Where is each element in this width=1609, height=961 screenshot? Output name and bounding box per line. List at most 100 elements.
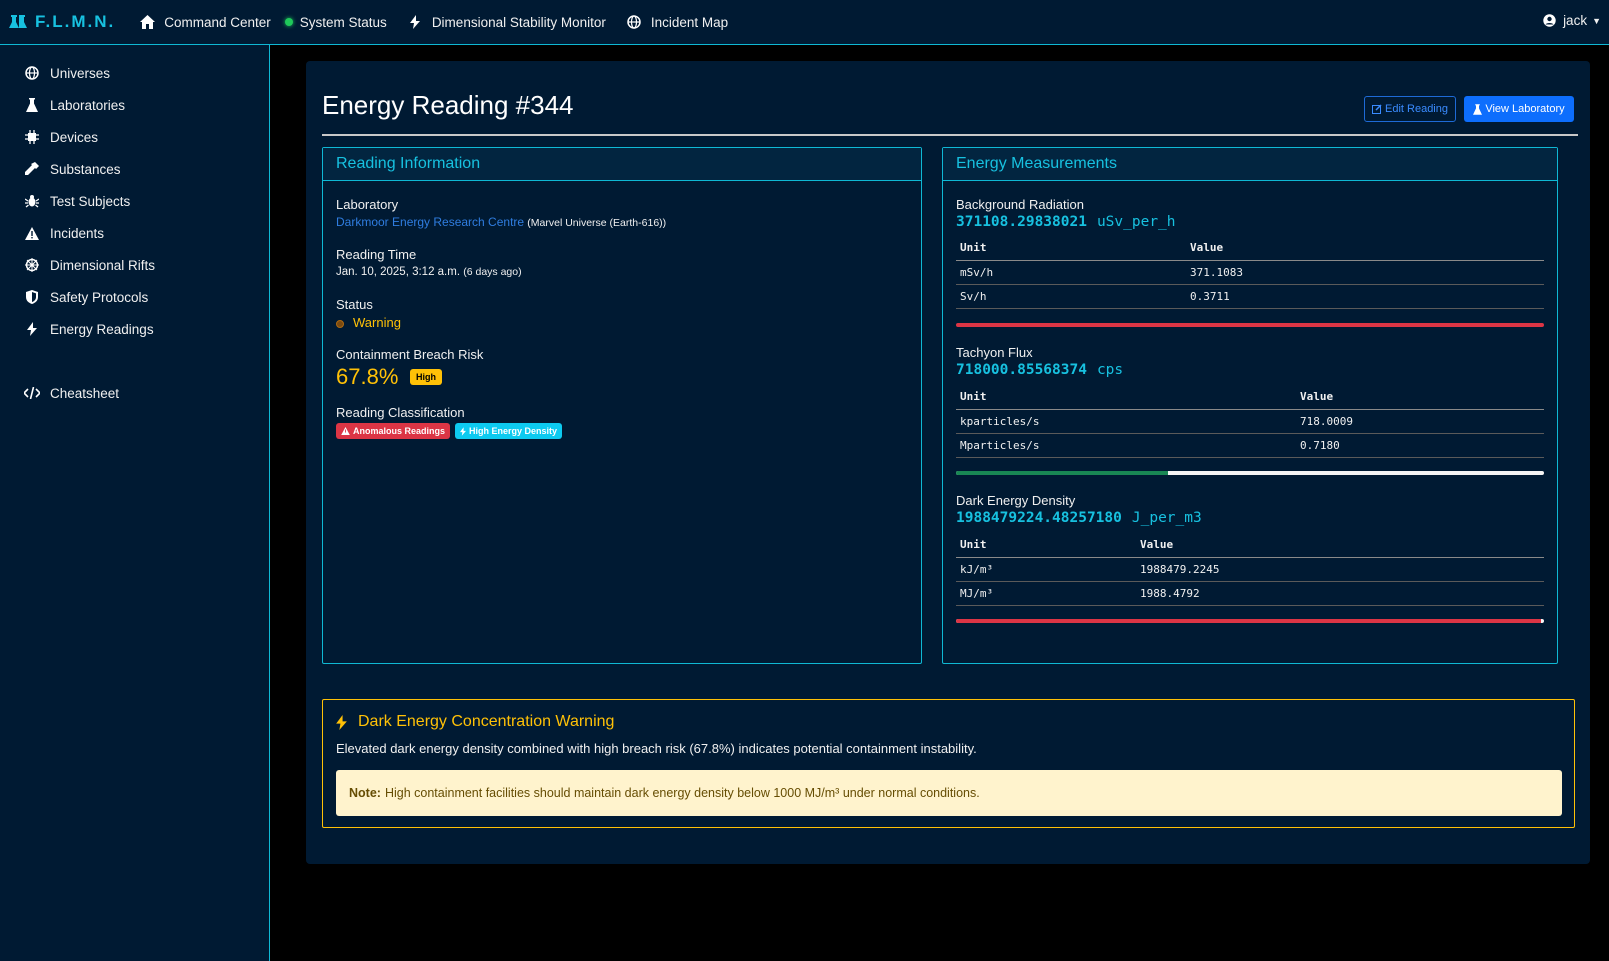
bolt-icon	[336, 714, 347, 730]
sidebar-item-cheatsheet[interactable]: Cheatsheet	[24, 385, 119, 401]
value-cell: 0.7180	[1296, 433, 1544, 458]
view-laboratory-button[interactable]: View Laboratory	[1464, 96, 1574, 122]
measurement-number: 718000.85568374	[956, 362, 1087, 378]
eyedropper-icon	[24, 161, 40, 177]
measurement-unit: J_per_m3	[1131, 510, 1202, 526]
page-title: Energy Reading #344	[322, 90, 574, 120]
nav-command-center[interactable]: Command Center	[139, 14, 271, 30]
measurement-level-fill	[956, 619, 1542, 623]
value-cell: 718.0009	[1296, 409, 1544, 434]
breach-risk-label: Containment Breach Risk	[336, 347, 484, 362]
sidebar-item-laboratories[interactable]: Laboratories	[24, 97, 125, 113]
measurement-label: Background Radiation	[956, 197, 1084, 212]
title-divider	[322, 134, 1578, 136]
username: jack	[1563, 13, 1588, 28]
laboratory-value: Darkmoor Energy Research Centre (Marvel …	[336, 215, 666, 229]
tag-label: Anomalous Readings	[353, 426, 446, 436]
sidebar-item-test-subjects[interactable]: Test Subjects	[24, 193, 130, 209]
measurement-level-bar	[956, 323, 1544, 327]
sidebar-item-substances[interactable]: Substances	[24, 161, 121, 177]
energy-measurements-card: Energy Measurements Background Radiation…	[942, 147, 1558, 664]
edit-icon	[1372, 104, 1382, 114]
table-row: mSv/h 371.1083	[956, 260, 1544, 285]
nav-incident-map[interactable]: Incident Map	[626, 14, 728, 30]
tag-label: High Energy Density	[469, 426, 558, 436]
unit-cell: mSv/h	[956, 260, 1186, 285]
sidebar-item-label: Incidents	[50, 225, 105, 241]
note-box: Note: High containment facilities should…	[336, 770, 1562, 816]
unit-cell: kJ/m³	[956, 557, 1136, 582]
reading-time-label: Reading Time	[336, 247, 417, 262]
reading-time-ago: (6 days ago)	[463, 266, 522, 278]
bolt-icon	[24, 321, 40, 337]
nav-dimensional-stability-monitor[interactable]: Dimensional Stability Monitor	[407, 14, 606, 30]
reading-information-card: Reading Information Laboratory Darkmoor …	[322, 147, 922, 664]
top-navbar: F.L.M.N. Command Center System Status Di…	[0, 0, 1609, 45]
conversion-table: Unit Value mSv/h 371.1083 Sv/h 0.3711	[956, 236, 1544, 309]
sidebar-item-label: Devices	[50, 129, 99, 145]
user-menu[interactable]: jack ▼	[1543, 13, 1601, 28]
value-cell: 0.3711	[1186, 284, 1544, 309]
nav-label: Dimensional Stability Monitor	[431, 14, 606, 30]
warning-triangle-icon	[24, 225, 40, 241]
measurement-unit: uSv_per_h	[1096, 214, 1176, 230]
user-circle-icon	[1543, 14, 1556, 27]
dharmachakra-icon	[24, 257, 40, 273]
card-header: Energy Measurements	[943, 148, 1557, 181]
edit-reading-button[interactable]: Edit Reading	[1364, 96, 1456, 122]
unit-cell: kparticles/s	[956, 409, 1296, 434]
home-icon	[139, 14, 155, 30]
unit-cell: Mparticles/s	[956, 433, 1296, 458]
sidebar-item-incidents[interactable]: Incidents	[24, 225, 104, 241]
sidebar-item-label: Universes	[50, 65, 111, 81]
code-icon	[24, 385, 40, 401]
tag-anomalous-readings: Anomalous Readings	[336, 423, 451, 439]
status-text: Warning	[353, 315, 401, 330]
sidebar: Universes Laboratories Devices Substance…	[0, 45, 270, 961]
measurement-unit: cps	[1096, 362, 1124, 378]
flask-logo-icon	[9, 15, 27, 28]
nav-label: Incident Map	[650, 14, 729, 30]
risk-level-badge: High	[410, 369, 442, 385]
sidebar-item-dimensional-rifts[interactable]: Dimensional Rifts	[24, 257, 155, 273]
sidebar-item-safety-protocols[interactable]: Safety Protocols	[24, 289, 148, 305]
measurement-level-bar	[956, 619, 1544, 623]
nav-system-status[interactable]: System Status	[284, 14, 387, 30]
warning-title: Dark Energy Concentration Warning	[336, 713, 614, 731]
measurement-value: 371108.29838021 uSv_per_h	[956, 214, 1176, 230]
measurement-level-bar	[956, 471, 1544, 475]
tag-high-energy-density: High Energy Density	[455, 423, 563, 439]
globe-icon	[626, 14, 642, 30]
classification-label: Reading Classification	[336, 405, 465, 420]
flask-icon	[1473, 103, 1483, 115]
measurement-number: 1988479224.48257180	[956, 510, 1122, 526]
table-row: MJ/m³ 1988.4792	[956, 581, 1544, 606]
warning-triangle-icon	[341, 427, 350, 435]
sidebar-item-label: Laboratories	[50, 97, 126, 113]
nav-label: System Status	[299, 14, 387, 30]
measurement-label: Dark Energy Density	[956, 493, 1076, 508]
sidebar-item-label: Energy Readings	[50, 321, 154, 337]
sidebar-item-universes[interactable]: Universes	[24, 65, 110, 81]
measurement-value: 1988479224.48257180 J_per_m3	[956, 510, 1202, 526]
reading-time: Jan. 10, 2025, 3:12 a.m.	[336, 266, 461, 278]
measurement-level-fill	[956, 471, 1168, 475]
sidebar-item-label: Test Subjects	[50, 193, 131, 209]
brand-link[interactable]: F.L.M.N.	[9, 12, 115, 32]
status-value: Warning	[336, 315, 401, 330]
main-panel: Energy Reading #344 Edit Reading View La…	[306, 61, 1590, 864]
table-row: kJ/m³ 1988479.2245	[956, 557, 1544, 582]
shield-icon	[24, 289, 40, 305]
sidebar-item-devices[interactable]: Devices	[24, 129, 98, 145]
note-label: Note:	[349, 786, 381, 800]
brand-name: F.L.M.N.	[35, 12, 116, 31]
sidebar-item-energy-readings[interactable]: Energy Readings	[24, 321, 154, 337]
card-header: Reading Information	[323, 148, 921, 181]
laboratory-link[interactable]: Darkmoor Energy Research Centre	[336, 215, 524, 229]
status-online-icon	[284, 14, 293, 30]
warning-title-text: Dark Energy Concentration Warning	[358, 713, 615, 730]
measurement-label: Tachyon Flux	[956, 345, 1033, 360]
bug-icon	[24, 193, 40, 209]
bolt-icon	[407, 14, 423, 30]
measurement-number: 371108.29838021	[956, 214, 1087, 230]
